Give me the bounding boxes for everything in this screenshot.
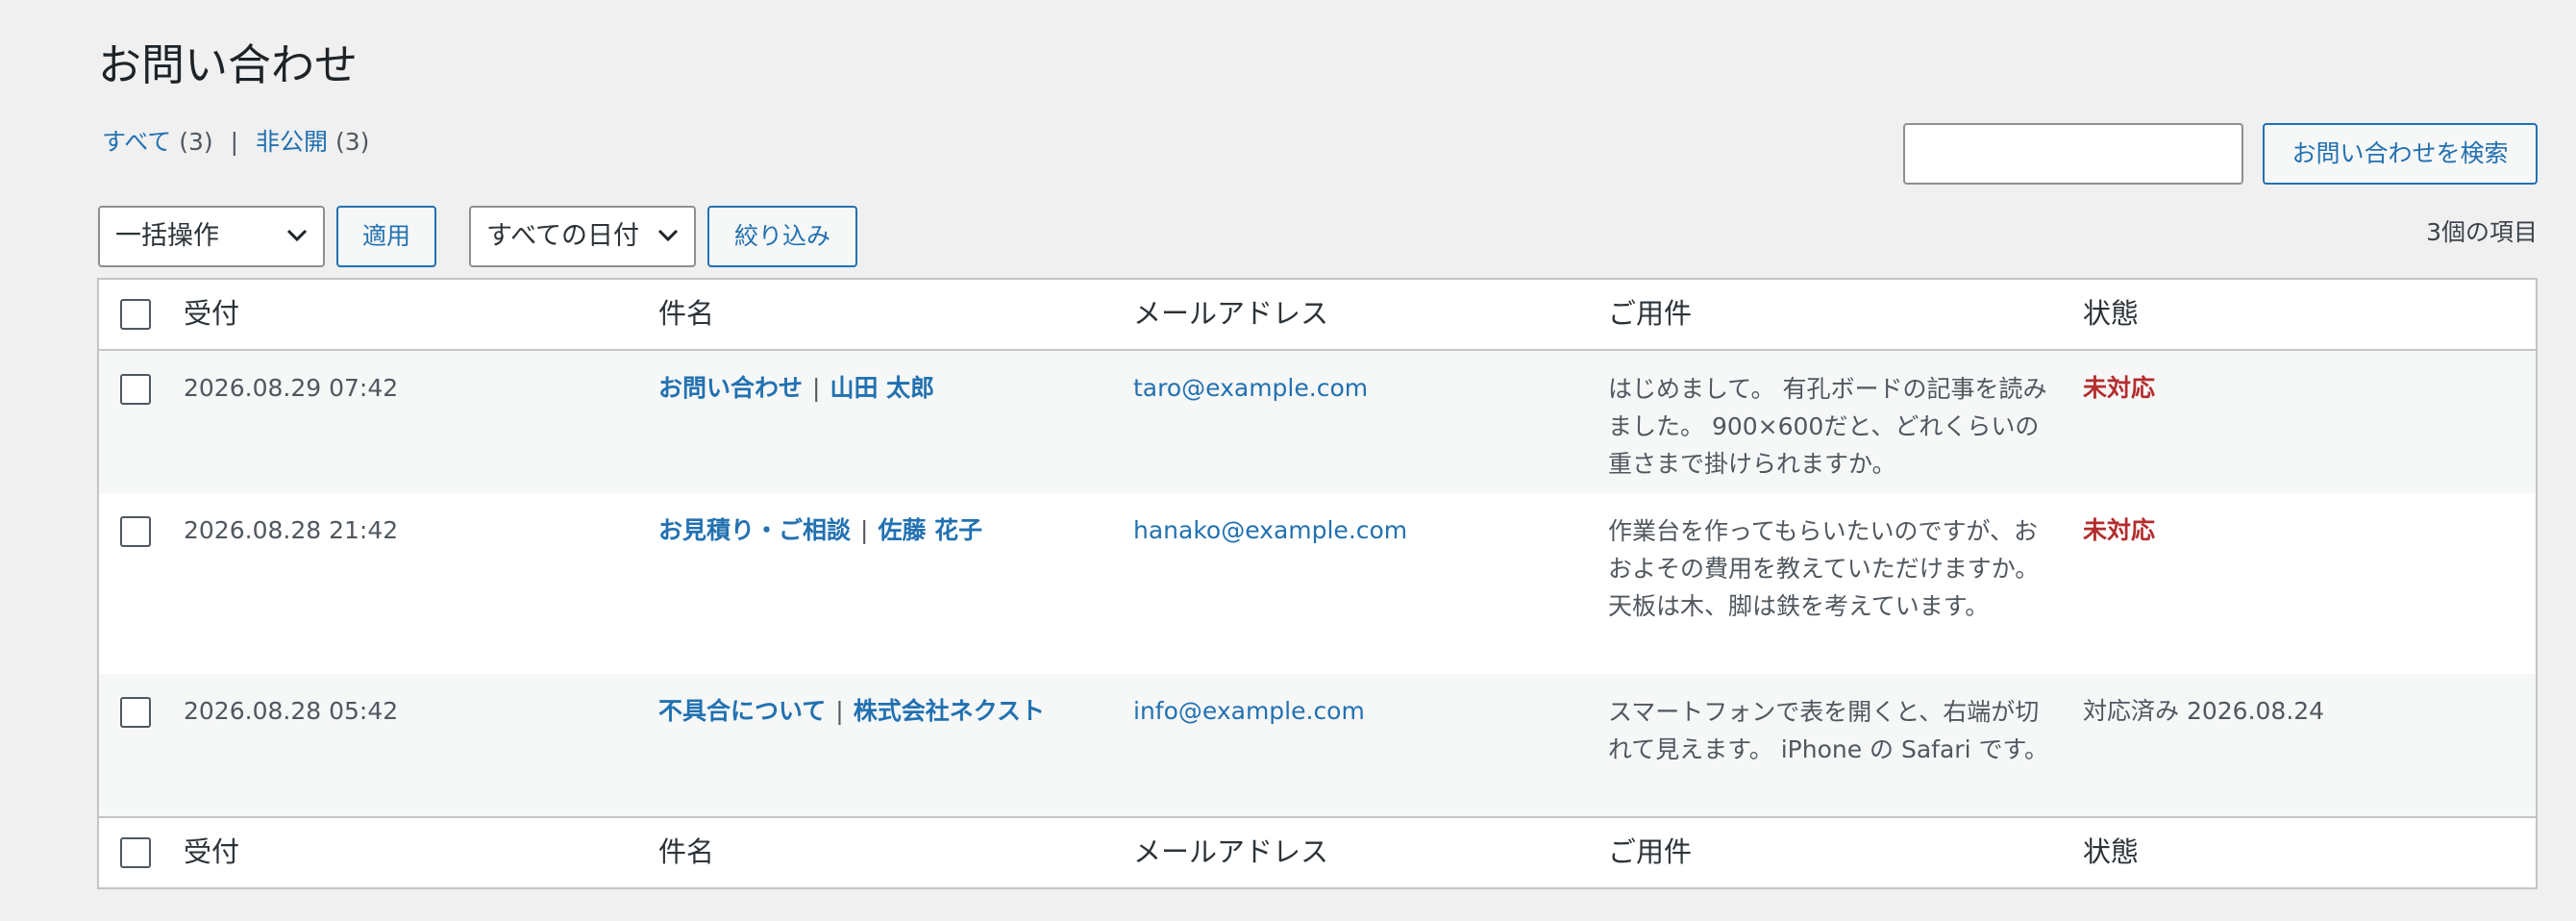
page-title: お問い合わせ bbox=[98, 39, 359, 90]
column-header-subject[interactable]: 件名 bbox=[658, 295, 714, 332]
received-date: 2026.08.29 07:42 bbox=[184, 374, 399, 402]
table-footer: 受付 件名 メールアドレス ご用件 状態 bbox=[99, 816, 2536, 887]
row-checkbox[interactable] bbox=[120, 516, 151, 547]
filter-private-link[interactable]: 非公開 bbox=[256, 128, 328, 156]
column-header-status[interactable]: 状態 bbox=[2083, 295, 2139, 332]
subject: 不具合について | 株式会社ネクスト bbox=[658, 693, 1045, 730]
subject-separator: | bbox=[835, 697, 844, 725]
status-badge: 対応済み 2026.08.24 bbox=[2083, 697, 2325, 725]
apply-button[interactable]: 適用 bbox=[336, 206, 436, 267]
filter-separator: | bbox=[230, 128, 239, 156]
item-count: 3個の項目 bbox=[2426, 218, 2538, 246]
subject-name-link[interactable]: 佐藤 花子 bbox=[878, 516, 982, 544]
received-date: 2026.08.28 21:42 bbox=[184, 516, 399, 544]
chevron-down-icon bbox=[657, 229, 679, 242]
bulk-action-select[interactable]: 一括操作 bbox=[98, 206, 325, 267]
subject-type-link[interactable]: お見積り・ご相談 bbox=[658, 516, 851, 544]
status-filter-links: すべて (3) | 非公開 (3) bbox=[102, 127, 369, 158]
table-row: 2026.08.29 07:42 お問い合わせ | 山田 太郎 taro@examp… bbox=[99, 351, 2536, 493]
select-all-checkbox[interactable] bbox=[120, 299, 151, 330]
column-header-message: ご用件 bbox=[1608, 297, 1693, 330]
status-badge: 未対応 bbox=[2083, 516, 2156, 544]
column-footer-message: ご用件 bbox=[1608, 835, 1693, 868]
table-row: 2026.08.28 21:42 お見積り・ご相談 | 佐藤 花子 hanako@e… bbox=[99, 493, 2536, 674]
filter-all-link[interactable]: すべて bbox=[102, 128, 171, 156]
email-link[interactable]: taro@example.com bbox=[1133, 370, 1368, 407]
message-text: はじめまして。 有孔ボードの記事を読みました。 900×600だと、どれくらいの… bbox=[1608, 375, 2047, 478]
column-footer-date[interactable]: 受付 bbox=[184, 834, 239, 870]
subject: お問い合わせ | 山田 太郎 bbox=[658, 370, 934, 407]
column-header-date[interactable]: 受付 bbox=[184, 295, 239, 332]
subject-type-link[interactable]: お問い合わせ bbox=[658, 374, 803, 402]
filter-button[interactable]: 絞り込み bbox=[707, 206, 857, 267]
search-button[interactable]: お問い合わせを検索 bbox=[2263, 123, 2538, 185]
column-header-email[interactable]: メールアドレス bbox=[1133, 295, 1328, 332]
message-text: 作業台を作ってもらいたいのですが、おおよその費用を教えていただけますか。 天板は… bbox=[1608, 517, 2040, 620]
bulk-action-selected: 一括操作 bbox=[115, 221, 219, 251]
email-link[interactable]: hanako@example.com bbox=[1133, 512, 1407, 549]
inquiries-table: 受付 件名 メールアドレス ご用件 状態 2026.08.29 07:42 お問… bbox=[97, 278, 2538, 889]
page: お問い合わせ すべて (3) | 非公開 (3) お問い合わせを検索 一括操作 … bbox=[0, 0, 2576, 921]
column-footer-status[interactable]: 状態 bbox=[2083, 834, 2139, 870]
subject: お見積り・ご相談 | 佐藤 花子 bbox=[658, 512, 982, 549]
date-filter-selected: すべての日付 bbox=[486, 221, 640, 251]
message-text: スマートフォンで表を開くと、右端が切れて見えます。 iPhone の Safar… bbox=[1608, 698, 2048, 763]
column-footer-email[interactable]: メールアドレス bbox=[1133, 834, 1328, 870]
row-checkbox[interactable] bbox=[120, 697, 151, 728]
select-all-checkbox[interactable] bbox=[120, 837, 151, 868]
subject-separator: | bbox=[860, 516, 869, 544]
chevron-down-icon bbox=[286, 229, 308, 242]
filter-all-count: (3) bbox=[179, 128, 213, 156]
email-link[interactable]: info@example.com bbox=[1133, 693, 1365, 730]
subject-separator: | bbox=[812, 374, 821, 402]
table-header: 受付 件名 メールアドレス ご用件 状態 bbox=[99, 280, 2536, 351]
row-checkbox[interactable] bbox=[120, 374, 151, 405]
date-filter-select[interactable]: すべての日付 bbox=[469, 206, 696, 267]
subject-name-link[interactable]: 山田 太郎 bbox=[830, 374, 934, 402]
subject-type-link[interactable]: 不具合について bbox=[658, 697, 826, 725]
subject-name-link[interactable]: 株式会社ネクスト bbox=[854, 697, 1045, 725]
status-badge: 未対応 bbox=[2083, 374, 2156, 402]
column-footer-subject[interactable]: 件名 bbox=[658, 834, 714, 870]
received-date: 2026.08.28 05:42 bbox=[184, 697, 399, 725]
table-row: 2026.08.28 05:42 不具合について | 株式会社ネクスト info@e… bbox=[99, 674, 2536, 816]
search-input[interactable] bbox=[1903, 123, 2243, 185]
filter-private-count: (3) bbox=[334, 128, 370, 156]
